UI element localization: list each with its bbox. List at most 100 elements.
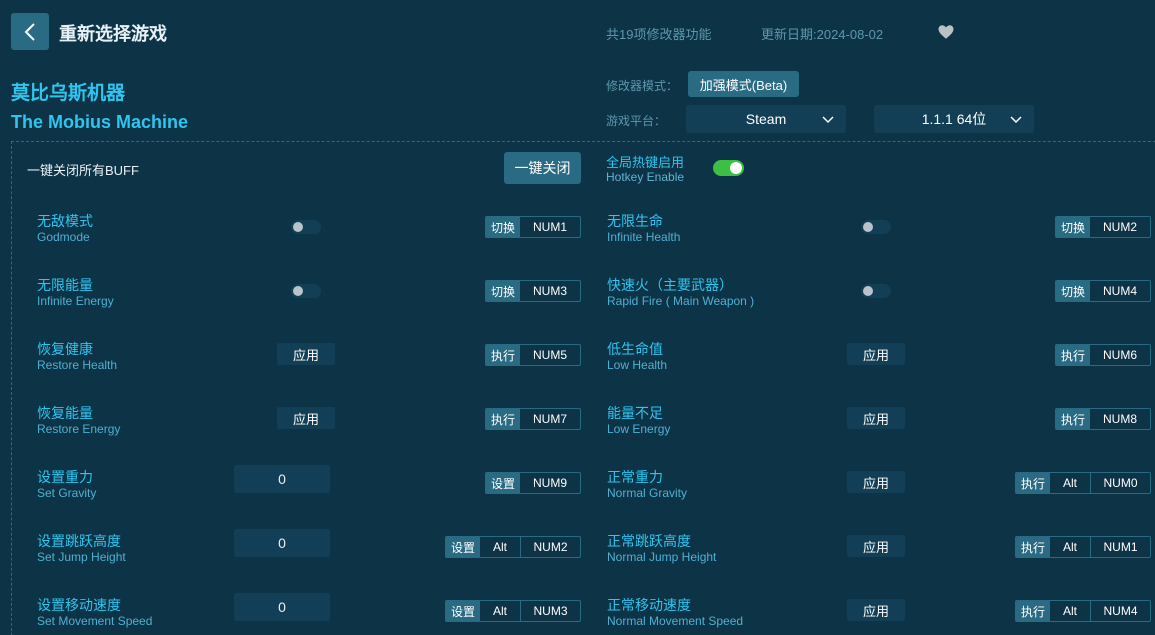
hotkey-key[interactable]: NUM4 bbox=[1090, 601, 1150, 621]
hotkey-group[interactable]: 切换 NUM2 bbox=[1055, 216, 1151, 238]
hotkey-group[interactable]: 切换 NUM4 bbox=[1055, 280, 1151, 302]
hotkey-action[interactable]: 执行 bbox=[1016, 601, 1050, 621]
hotkey-key[interactable]: NUM0 bbox=[1090, 473, 1150, 493]
hotkey-action[interactable]: 设置 bbox=[446, 601, 480, 621]
hotkey-label-cn: 全局热键启用 bbox=[606, 155, 685, 170]
hotkey-key[interactable]: Alt bbox=[1050, 537, 1090, 557]
hotkey-action[interactable]: 设置 bbox=[486, 473, 520, 493]
hotkey-toggle[interactable] bbox=[713, 160, 744, 176]
hotkey-group[interactable]: 切换 NUM1 bbox=[485, 216, 581, 238]
hotkey-action[interactable]: 设置 bbox=[446, 537, 480, 557]
apply-button[interactable]: 应用 bbox=[847, 535, 905, 557]
hotkey-key[interactable]: NUM6 bbox=[1090, 345, 1150, 365]
option-label-cn: 正常移动速度 bbox=[607, 597, 691, 613]
mode-badge[interactable]: 加强模式(Beta) bbox=[688, 71, 799, 97]
platform-select[interactable]: Steam bbox=[686, 105, 846, 133]
hotkey-key[interactable]: NUM4 bbox=[1090, 281, 1150, 301]
hotkey-action[interactable]: 切换 bbox=[1056, 281, 1090, 301]
hotkey-group[interactable]: 执行 NUM7 bbox=[485, 408, 581, 430]
apply-button[interactable]: 应用 bbox=[847, 407, 905, 429]
value-input[interactable] bbox=[234, 529, 330, 557]
hotkey-group[interactable]: 执行 Alt NUM4 bbox=[1015, 600, 1151, 622]
option-label-en: Normal Gravity bbox=[607, 486, 688, 500]
hotkey-group[interactable]: 设置 NUM9 bbox=[485, 472, 581, 494]
apply-button[interactable]: 应用 bbox=[847, 343, 905, 365]
option-label-cn: 无限能量 bbox=[37, 277, 93, 293]
hotkey-group[interactable]: 执行 Alt NUM1 bbox=[1015, 536, 1151, 558]
hotkey-action[interactable]: 执行 bbox=[1016, 537, 1050, 557]
hotkey-key[interactable]: Alt bbox=[480, 601, 520, 621]
features-count: 共19项修改器功能 bbox=[606, 27, 712, 42]
hotkey-group[interactable]: 设置 Alt NUM2 bbox=[445, 536, 581, 558]
hotkey-action[interactable]: 切换 bbox=[486, 281, 520, 301]
option-label-cn: 设置移动速度 bbox=[37, 597, 121, 613]
option-label-en: Normal Jump Height bbox=[607, 550, 717, 564]
toggle-knob bbox=[863, 286, 873, 296]
chevron-down-icon bbox=[1010, 116, 1022, 124]
option-label-en: Low Health bbox=[607, 358, 668, 372]
hotkey-group[interactable]: 执行 NUM8 bbox=[1055, 408, 1151, 430]
option-label-en: Set Movement Speed bbox=[37, 614, 153, 628]
hotkey-key[interactable]: NUM9 bbox=[520, 473, 580, 493]
game-title-en: The Mobius Machine bbox=[11, 112, 189, 132]
hotkey-key[interactable]: Alt bbox=[1050, 601, 1090, 621]
hotkey-action[interactable]: 执行 bbox=[1056, 409, 1090, 429]
option-label-en: Infinite Health bbox=[607, 230, 681, 244]
version-select[interactable]: 1.1.1 64位 bbox=[874, 105, 1034, 133]
all-buff-label: 一键关闭所有BUFF bbox=[27, 163, 139, 178]
hotkey-key[interactable]: NUM3 bbox=[520, 281, 580, 301]
option-label-cn: 无敌模式 bbox=[37, 213, 93, 229]
hotkey-key[interactable]: NUM5 bbox=[520, 345, 580, 365]
hotkey-key[interactable]: NUM1 bbox=[1090, 537, 1150, 557]
hotkey-group[interactable]: 设置 Alt NUM3 bbox=[445, 600, 581, 622]
back-button[interactable] bbox=[11, 13, 49, 50]
value-input[interactable] bbox=[234, 465, 330, 493]
hotkey-action[interactable]: 切换 bbox=[486, 217, 520, 237]
option-toggle[interactable] bbox=[291, 284, 321, 298]
apply-button[interactable]: 应用 bbox=[277, 343, 335, 365]
toggle-knob bbox=[863, 222, 873, 232]
apply-button[interactable]: 应用 bbox=[277, 407, 335, 429]
apply-button[interactable]: 应用 bbox=[847, 471, 905, 493]
option-toggle[interactable] bbox=[861, 284, 891, 298]
hotkey-action[interactable]: 执行 bbox=[1056, 345, 1090, 365]
hotkey-key[interactable]: NUM2 bbox=[520, 537, 580, 557]
hotkey-group[interactable]: 执行 NUM6 bbox=[1055, 344, 1151, 366]
hotkey-key[interactable]: Alt bbox=[480, 537, 520, 557]
hotkey-key[interactable]: NUM1 bbox=[520, 217, 580, 237]
page-title: 重新选择游戏 bbox=[59, 24, 167, 44]
apply-button[interactable]: 应用 bbox=[847, 599, 905, 621]
hotkey-label-en: Hotkey Enable bbox=[606, 170, 685, 184]
hotkey-action[interactable]: 执行 bbox=[486, 409, 520, 429]
value-input[interactable] bbox=[234, 593, 330, 621]
hotkey-group[interactable]: 执行 Alt NUM0 bbox=[1015, 472, 1151, 494]
hotkey-group[interactable]: 执行 NUM5 bbox=[485, 344, 581, 366]
option-label-en: Restore Health bbox=[37, 358, 118, 372]
toggle-knob bbox=[293, 286, 303, 296]
option-label-en: Low Energy bbox=[607, 422, 671, 436]
close-all-buff-button[interactable]: 一键关闭 bbox=[504, 152, 581, 184]
heart-icon[interactable] bbox=[937, 23, 955, 41]
hotkey-key[interactable]: NUM8 bbox=[1090, 409, 1150, 429]
hotkey-key[interactable]: NUM2 bbox=[1090, 217, 1150, 237]
option-toggle[interactable] bbox=[291, 220, 321, 234]
option-label-en: Infinite Energy bbox=[37, 294, 114, 308]
hotkey-key[interactable]: Alt bbox=[1050, 473, 1090, 493]
option-toggle[interactable] bbox=[861, 220, 891, 234]
hotkey-key[interactable]: NUM7 bbox=[520, 409, 580, 429]
option-label-en: Rapid Fire ( Main Weapon ) bbox=[607, 294, 755, 308]
hotkey-action[interactable]: 执行 bbox=[1016, 473, 1050, 493]
platform-label: 游戏平台： bbox=[606, 114, 667, 128]
option-label-en: Restore Energy bbox=[37, 422, 121, 436]
update-date: 更新日期:2024-08-02 bbox=[761, 27, 884, 42]
hotkey-group[interactable]: 切换 NUM3 bbox=[485, 280, 581, 302]
platform-value: Steam bbox=[745, 111, 787, 127]
hotkey-action[interactable]: 切换 bbox=[1056, 217, 1090, 237]
option-label-cn: 能量不足 bbox=[607, 405, 663, 421]
hotkey-action[interactable]: 执行 bbox=[486, 345, 520, 365]
option-label-en: Godmode bbox=[37, 230, 90, 244]
option-label-cn: 恢复健康 bbox=[37, 341, 93, 357]
option-label-cn: 恢复能量 bbox=[37, 405, 93, 421]
hotkey-key[interactable]: NUM3 bbox=[520, 601, 580, 621]
option-label-en: Set Gravity bbox=[37, 486, 97, 500]
